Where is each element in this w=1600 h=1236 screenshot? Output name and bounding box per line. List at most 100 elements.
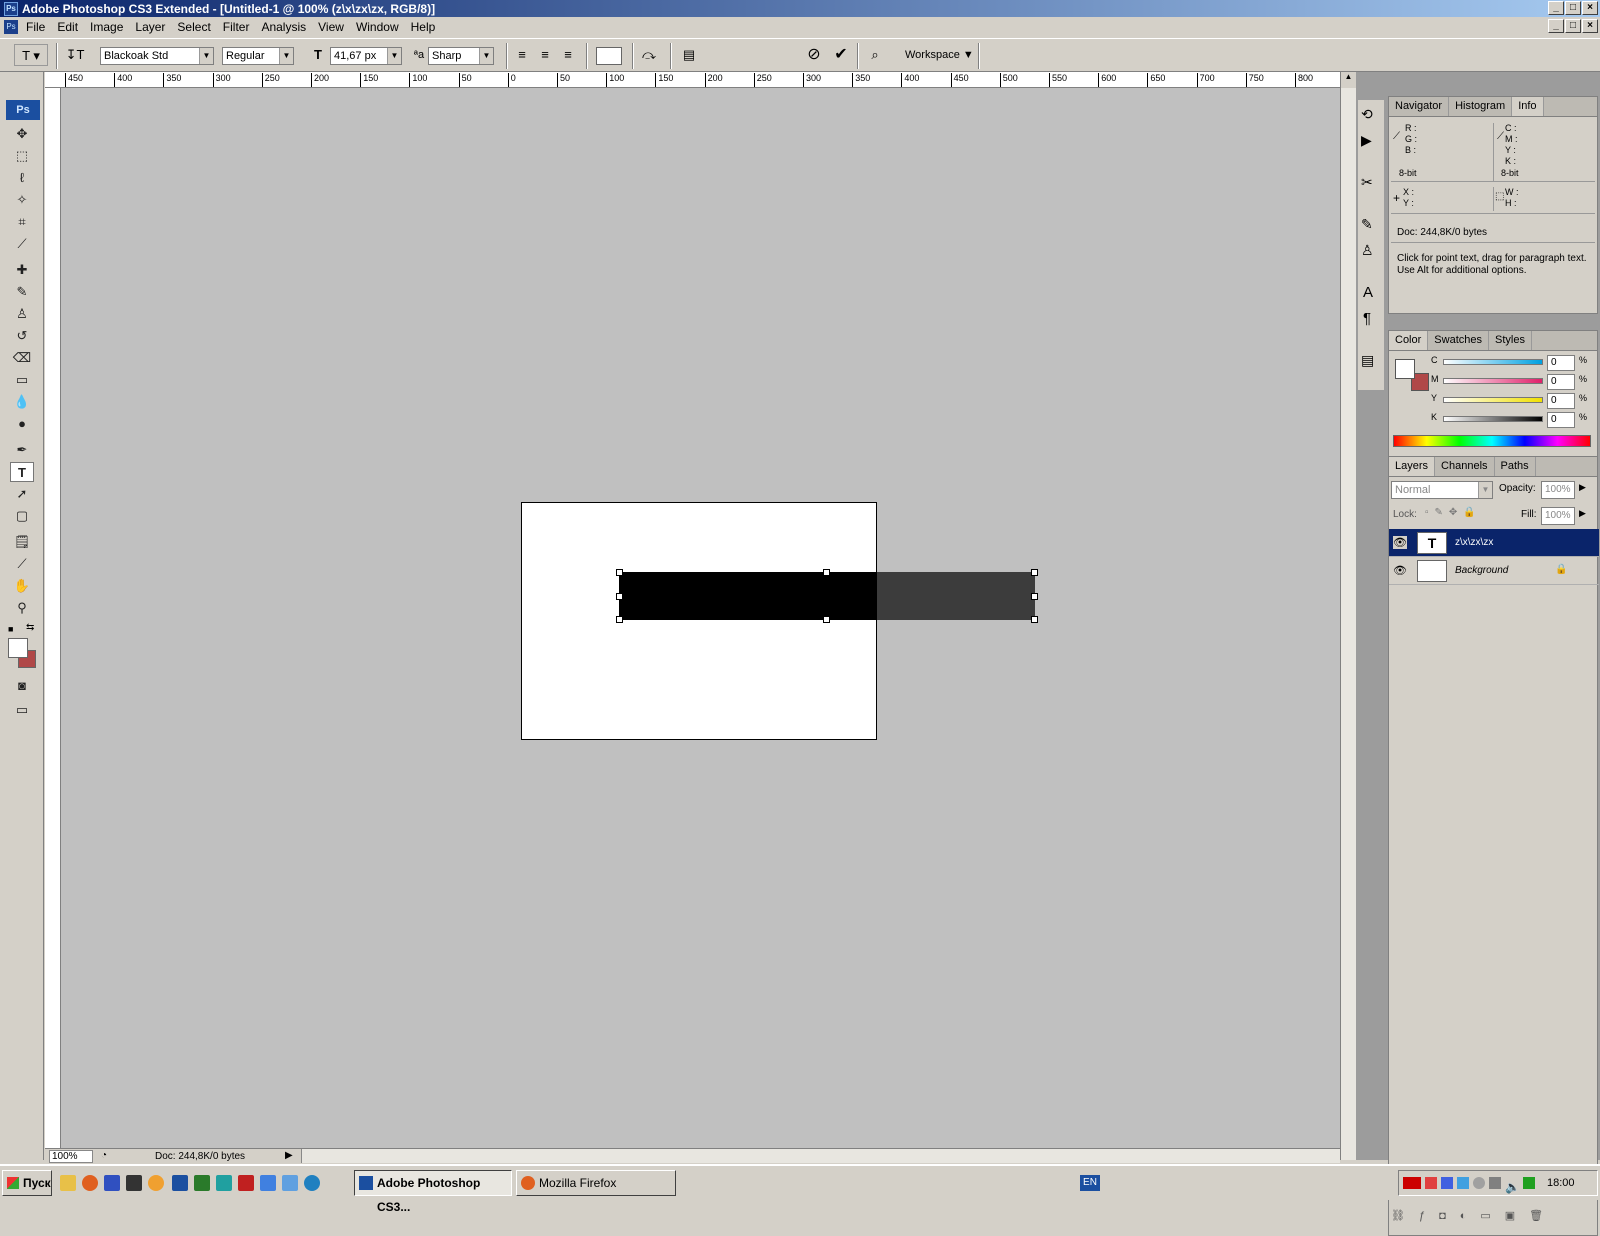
lasso-tool-icon[interactable]: ℓ	[10, 168, 34, 188]
warp-text-icon[interactable]: ⤼	[638, 44, 660, 66]
eye-icon[interactable]: 👁	[1393, 564, 1407, 577]
folder-icon[interactable]	[60, 1175, 76, 1191]
firefox-icon[interactable]	[82, 1175, 98, 1191]
status-menu-arrow-icon[interactable]: ▶	[285, 1150, 293, 1161]
ati-icon[interactable]	[1403, 1177, 1421, 1189]
language-indicator[interactable]: EN	[1080, 1175, 1100, 1191]
bbox-handle[interactable]	[823, 616, 830, 623]
photoshop-quicklaunch-icon[interactable]	[172, 1175, 188, 1191]
quick-mask-icon[interactable]: ◙	[10, 676, 34, 696]
channel-c-slider[interactable]	[1443, 359, 1543, 365]
layer-row-text[interactable]: 👁 T z\x\zx\zx	[1389, 529, 1599, 557]
tray-app-icon[interactable]	[1441, 1177, 1453, 1189]
media-player-icon[interactable]	[304, 1175, 320, 1191]
tab-channels[interactable]: Channels	[1435, 457, 1495, 476]
brushes-panel-icon[interactable]: ✎	[1361, 216, 1373, 233]
bbox-handle[interactable]	[1031, 616, 1038, 623]
color-spectrum-ramp[interactable]	[1393, 435, 1591, 447]
opacity-arrow-icon[interactable]: ▶	[1579, 482, 1586, 493]
lock-icons[interactable]: ▫✎✥🔒	[1425, 507, 1482, 518]
tool-icon[interactable]	[238, 1175, 254, 1191]
tab-histogram[interactable]: Histogram	[1449, 97, 1513, 116]
clone-source-icon[interactable]: ♙	[1361, 242, 1374, 259]
blur-tool-icon[interactable]: 💧	[10, 392, 34, 412]
zoom-tool-icon[interactable]: ⚲	[10, 598, 34, 618]
color-fg-swatch[interactable]	[1395, 359, 1415, 379]
network-icon[interactable]	[216, 1175, 232, 1191]
screen-mode-icon[interactable]: ▭	[10, 700, 34, 720]
channel-k-field[interactable]: 0	[1547, 412, 1575, 428]
dodge-tool-icon[interactable]: ●	[10, 414, 34, 434]
close-button[interactable]: ×	[1582, 1, 1598, 15]
character-panel-icon[interactable]: ▤	[678, 44, 700, 66]
tray-network-icon[interactable]	[1457, 1177, 1469, 1189]
align-center-icon[interactable]: ≡	[534, 44, 556, 66]
paragraph-panel-icon[interactable]: ¶	[1363, 310, 1371, 327]
clone-stamp-icon[interactable]: ♙	[10, 304, 34, 324]
antialias-select[interactable]: Sharp ▼	[428, 47, 494, 65]
text-color-swatch[interactable]	[596, 47, 622, 65]
layer-comps-icon[interactable]: ▤	[1361, 352, 1374, 369]
layer-row-background[interactable]: 👁 Background 🔒	[1389, 557, 1599, 585]
workspace-menu[interactable]: Workspace ▼	[905, 49, 974, 61]
notes-tool-icon[interactable]: 🗒	[10, 532, 34, 552]
app-icon[interactable]	[126, 1175, 142, 1191]
document-icon[interactable]: Ps	[4, 20, 18, 34]
taskbar-item-photoshop[interactable]: Adobe Photoshop CS3...	[354, 1170, 512, 1214]
tab-styles[interactable]: Styles	[1489, 331, 1532, 350]
bridge-icon[interactable]: ⌕	[864, 44, 886, 66]
align-right-icon[interactable]: ≡	[557, 44, 579, 66]
channel-c-field[interactable]: 0	[1547, 355, 1575, 371]
menu-layer[interactable]: Layer	[129, 20, 171, 34]
menu-filter[interactable]: Filter	[217, 20, 256, 34]
tab-swatches[interactable]: Swatches	[1428, 331, 1489, 350]
menu-window[interactable]: Window	[350, 20, 405, 34]
hand-tool-icon[interactable]: ✋	[10, 576, 34, 596]
vertical-scrollbar[interactable]: ▲	[1340, 72, 1356, 1160]
bbox-handle[interactable]	[616, 593, 623, 600]
eye-icon[interactable]: 👁	[1393, 536, 1407, 549]
tray-clock-icon[interactable]	[1473, 1177, 1485, 1189]
history-panel-icon[interactable]: ⟲	[1361, 106, 1373, 123]
volume-icon[interactable]: 🔈	[1505, 1175, 1520, 1199]
tray-k-icon[interactable]	[1425, 1177, 1437, 1189]
save-icon[interactable]	[104, 1175, 120, 1191]
slice-tool-icon[interactable]: ⟋	[10, 234, 34, 254]
opacity-field[interactable]: 100%	[1541, 481, 1575, 499]
bbox-handle[interactable]	[616, 616, 623, 623]
healing-brush-icon[interactable]: ✚	[10, 260, 34, 280]
swap-colors-icon[interactable]: ⇆	[26, 622, 34, 633]
fill-arrow-icon[interactable]: ▶	[1579, 508, 1586, 519]
channel-y-slider[interactable]	[1443, 397, 1543, 403]
brush-tool-icon[interactable]: ✎	[10, 282, 34, 302]
layers-footer-buttons[interactable]: ⛓ƒ◘◐▭▣🗑	[1391, 1209, 1591, 1227]
menu-file[interactable]: File	[20, 20, 51, 34]
type-tool-icon[interactable]: T	[10, 462, 34, 482]
document-app-icon[interactable]	[260, 1175, 276, 1191]
align-left-icon[interactable]: ≡	[511, 44, 533, 66]
shape-tool-icon[interactable]: ▢	[10, 506, 34, 526]
minimize-button[interactable]: _	[1548, 1, 1564, 15]
gradient-tool-icon[interactable]: ▭	[10, 370, 34, 390]
character-panel-dock-icon[interactable]: A	[1363, 284, 1373, 301]
menu-analysis[interactable]: Analysis	[255, 20, 312, 34]
tray-battery-icon[interactable]	[1523, 1177, 1535, 1189]
horizontal-scrollbar[interactable]	[301, 1149, 1340, 1163]
default-colors-icon[interactable]: ■	[8, 624, 13, 634]
eraser-tool-icon[interactable]: ⌫	[10, 348, 34, 368]
menu-select[interactable]: Select	[171, 20, 216, 34]
bbox-handle[interactable]	[1031, 593, 1038, 600]
zoom-level[interactable]: 100%	[49, 1150, 93, 1163]
tab-color[interactable]: Color	[1389, 331, 1429, 350]
magic-wand-tool-icon[interactable]: ✧	[10, 190, 34, 210]
blend-mode-select[interactable]: Normal ▼	[1391, 481, 1493, 499]
tab-info[interactable]: Info	[1512, 97, 1544, 116]
p-app-icon[interactable]	[194, 1175, 210, 1191]
history-brush-icon[interactable]: ↺	[10, 326, 34, 346]
taskbar-item-firefox[interactable]: Mozilla Firefox	[516, 1170, 676, 1196]
eyedropper-tool-icon[interactable]: ⟋	[10, 554, 34, 574]
start-button[interactable]: Пуск	[2, 1170, 52, 1196]
channel-m-field[interactable]: 0	[1547, 374, 1575, 390]
font-style-select[interactable]: Regular ▼	[222, 47, 294, 65]
doc-minimize-button[interactable]: _	[1548, 19, 1564, 33]
